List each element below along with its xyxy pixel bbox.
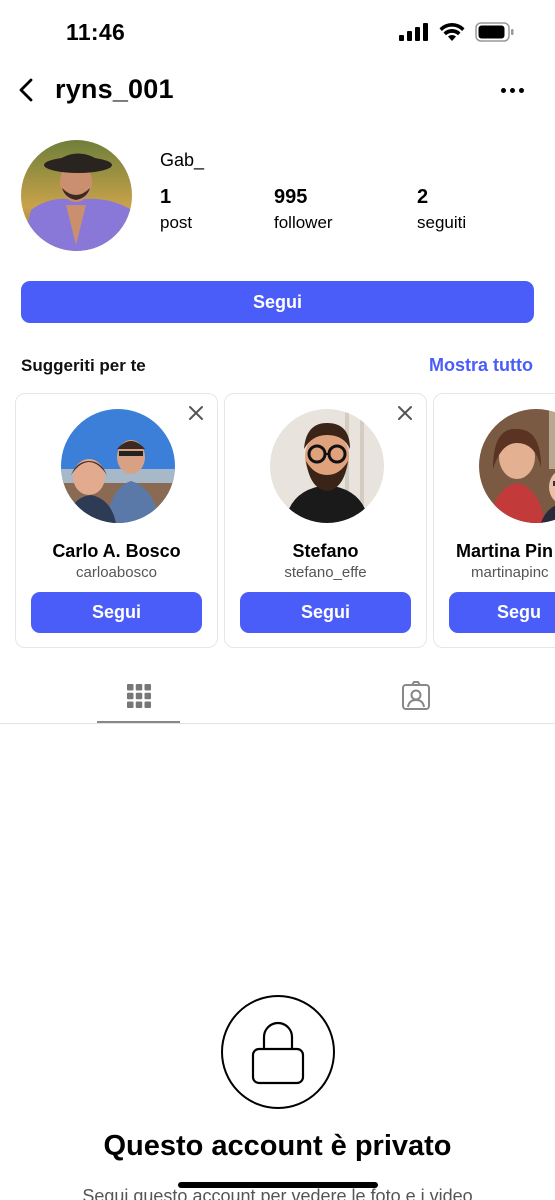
grid-icon bbox=[126, 684, 151, 708]
stat-posts-value: 1 bbox=[160, 186, 172, 208]
status-bar: 11:46 bbox=[0, 0, 555, 64]
tab-tagged[interactable] bbox=[374, 668, 457, 724]
profile-tabs bbox=[0, 668, 555, 724]
status-icons bbox=[399, 22, 515, 42]
suggestion-avatar[interactable] bbox=[479, 409, 555, 523]
suggestion-name: Stefano bbox=[292, 541, 359, 561]
suggestion-follow-button[interactable]: Segui bbox=[31, 592, 202, 633]
profile-avatar[interactable] bbox=[21, 140, 132, 251]
suggestion-name: Carlo A. Bosco bbox=[52, 541, 181, 561]
more-dot bbox=[509, 87, 515, 93]
suggestion-follow-button[interactable]: Segui bbox=[240, 592, 411, 633]
follow-button[interactable]: Segui bbox=[21, 281, 534, 323]
suggestion-photo bbox=[479, 409, 555, 523]
suggestion-card[interactable]: Carlo A. Bosco carloabosco Segui bbox=[15, 393, 218, 648]
display-name: Gab_ bbox=[160, 150, 205, 170]
stat-followers[interactable]: 995 follower bbox=[274, 186, 333, 233]
stat-following-label: seguiti bbox=[417, 213, 467, 232]
suggestion-handle: martinapinc bbox=[471, 564, 549, 581]
more-dot bbox=[500, 87, 506, 93]
wifi-icon bbox=[439, 22, 465, 41]
suggestion-avatar[interactable] bbox=[270, 409, 384, 523]
stat-following-value: 2 bbox=[417, 186, 429, 208]
tagged-user-icon bbox=[401, 681, 430, 710]
profile-photo bbox=[21, 140, 132, 251]
suggestion-card[interactable]: Martina Pin martinapinc Segu bbox=[433, 393, 555, 648]
home-indicator[interactable] bbox=[178, 1182, 378, 1188]
chevron-left-icon bbox=[19, 78, 33, 102]
private-lock-badge bbox=[221, 995, 335, 1109]
tab-posts-grid[interactable] bbox=[97, 668, 180, 724]
stat-followers-label: follower bbox=[274, 213, 333, 232]
back-button[interactable] bbox=[12, 74, 42, 106]
more-dot bbox=[518, 87, 524, 93]
signal-icon bbox=[399, 23, 428, 41]
suggestion-handle: carloabosco bbox=[76, 564, 157, 581]
stat-following[interactable]: 2 seguiti bbox=[417, 186, 466, 233]
page-title: ryns_001 bbox=[55, 74, 174, 104]
stat-followers-value: 995 bbox=[274, 186, 308, 208]
stat-posts-label: post bbox=[160, 213, 193, 232]
lock-icon bbox=[251, 1021, 305, 1085]
suggestion-card[interactable]: Stefano stefano_effe Segui bbox=[224, 393, 427, 648]
stat-posts[interactable]: 1 post bbox=[160, 186, 192, 233]
suggestion-handle: stefano_effe bbox=[284, 564, 367, 581]
private-account-title: Questo account è privato bbox=[103, 1130, 452, 1162]
suggestion-follow-button[interactable]: Segu bbox=[449, 592, 555, 633]
suggestion-avatar[interactable] bbox=[61, 409, 175, 523]
close-icon[interactable] bbox=[187, 404, 205, 422]
suggestions-title: Suggeriti per te bbox=[21, 356, 146, 375]
profile-header: ryns_001 bbox=[0, 64, 555, 118]
suggestion-name: Martina Pin bbox=[456, 541, 554, 561]
active-tab-indicator bbox=[97, 721, 180, 723]
close-icon[interactable] bbox=[396, 404, 414, 422]
status-time: 11:46 bbox=[66, 19, 126, 45]
more-options-button[interactable] bbox=[497, 78, 527, 102]
see-all-link[interactable]: Mostra tutto bbox=[429, 355, 533, 376]
suggestion-photo bbox=[61, 409, 175, 523]
private-account-subtitle: Segui questo account per vedere le foto … bbox=[82, 1186, 473, 1200]
battery-icon bbox=[475, 22, 514, 42]
suggestion-photo bbox=[270, 409, 384, 523]
